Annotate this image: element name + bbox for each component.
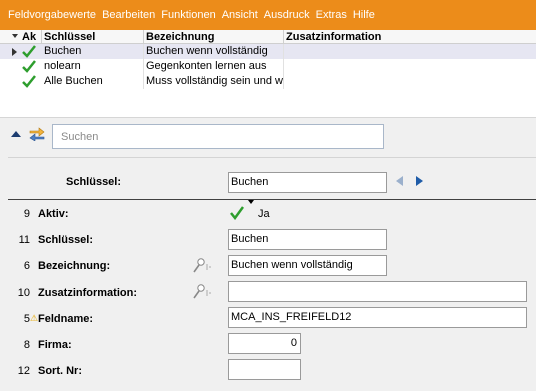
aktiv-label: Aktiv: <box>38 208 69 220</box>
sort-down-icon[interactable] <box>12 34 18 38</box>
splitter-marker <box>248 200 254 204</box>
key-field[interactable]: Buchen <box>228 172 387 193</box>
firma-label: Firma: <box>38 339 72 351</box>
cell-description: Muss vollständig sein und wir <box>146 74 284 89</box>
records-grid: Ak Schlüssel Bezeichnung Zusatzinformati… <box>0 30 536 118</box>
pin-icon[interactable] <box>190 284 212 300</box>
cell-key: Alle Buchen <box>42 74 144 89</box>
column-header-active[interactable]: Ak <box>20 30 42 44</box>
check-icon <box>22 75 36 88</box>
table-row[interactable]: Alle Buchen Muss vollständig sein und wi… <box>0 74 536 89</box>
warning-icon: ⚠ <box>30 313 39 323</box>
menu-ausdruck[interactable]: Ausdruck <box>264 9 310 21</box>
menu-feldvorgabewerte[interactable]: Feldvorgabewerte <box>8 9 96 21</box>
column-header-key[interactable]: Schlüssel <box>42 30 144 44</box>
cell-description: Buchen wenn vollständig <box>144 44 284 59</box>
menu-extras[interactable]: Extras <box>316 9 347 21</box>
field-number: 8 <box>23 339 30 351</box>
field-number: 12 <box>17 365 30 377</box>
schluessel-field[interactable]: Buchen <box>228 229 387 250</box>
cell-description: Gegenkonten lernen aus <box>144 59 284 74</box>
field-number: 6 <box>23 260 30 272</box>
firma-field[interactable]: 0 <box>228 333 301 354</box>
table-row[interactable]: Buchen Buchen wenn vollständig <box>0 44 536 59</box>
schluessel-label: Schlüssel: <box>38 234 94 246</box>
cell-extra-info <box>284 74 536 89</box>
column-header-extra-info[interactable]: Zusatzinformation <box>284 30 536 44</box>
menu-bar: Feldvorgabewerte Bearbeiten Funktionen A… <box>0 0 536 30</box>
check-icon <box>22 60 36 73</box>
menu-funktionen[interactable]: Funktionen <box>161 9 215 21</box>
field-number: 5 <box>23 313 30 325</box>
feldname-field[interactable]: MCA_INS_FREIFELD12 <box>228 307 527 328</box>
divider <box>8 199 536 200</box>
table-row[interactable]: nolearn Gegenkonten lernen aus <box>0 59 536 74</box>
aktiv-checkbox[interactable] <box>230 206 244 220</box>
grid-header: Ak Schlüssel Bezeichnung Zusatzinformati… <box>0 30 536 44</box>
field-number: 10 <box>17 287 30 299</box>
cell-extra-info <box>284 44 536 59</box>
menu-bearbeiten[interactable]: Bearbeiten <box>102 9 155 21</box>
column-header-description[interactable]: Bezeichnung <box>144 30 284 44</box>
menu-ansicht[interactable]: Ansicht <box>222 9 258 21</box>
nav-next-icon[interactable] <box>416 176 423 186</box>
sort-nr-label: Sort. Nr: <box>38 365 82 377</box>
swap-arrows-icon[interactable] <box>29 127 45 141</box>
row-indicator-icon <box>12 48 17 56</box>
search-input[interactable] <box>52 124 384 149</box>
nav-prev-icon[interactable] <box>396 176 403 186</box>
menu-hilfe[interactable]: Hilfe <box>353 9 375 21</box>
zusatzinformation-field[interactable] <box>228 281 527 302</box>
pin-icon[interactable] <box>190 258 212 274</box>
cell-key: nolearn <box>42 59 144 74</box>
feldname-label: Feldname: <box>38 313 94 325</box>
field-number: 9 <box>23 208 30 220</box>
cell-extra-info <box>284 59 536 74</box>
divider <box>8 157 536 158</box>
zusatzinformation-label: Zusatzinformation: <box>38 287 137 299</box>
sort-nr-field[interactable] <box>228 359 301 380</box>
bezeichnung-label: Bezeichnung: <box>38 260 111 272</box>
bezeichnung-field[interactable]: Buchen wenn vollständig <box>228 255 387 276</box>
aktiv-value: Ja <box>258 208 270 220</box>
field-number: 11 <box>18 234 30 246</box>
check-icon <box>22 45 36 58</box>
cell-key: Buchen <box>42 44 144 59</box>
collapse-up-icon[interactable] <box>11 131 21 137</box>
key-label: Schlüssel: <box>66 176 122 188</box>
